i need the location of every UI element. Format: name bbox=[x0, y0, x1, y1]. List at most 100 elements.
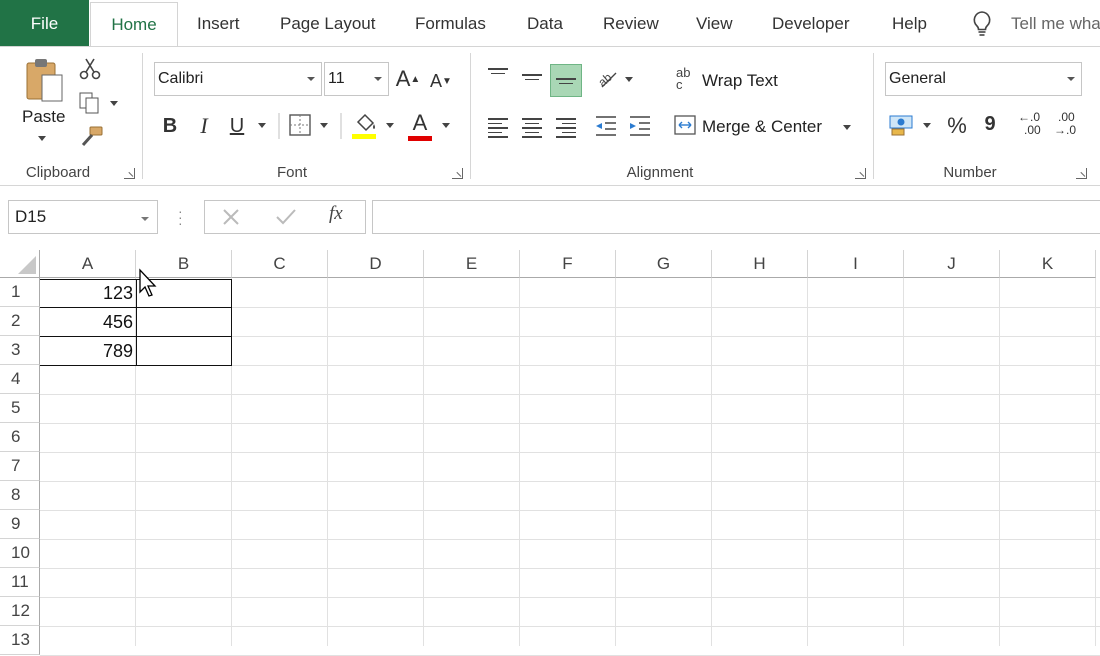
shrink-font-button[interactable]: A ▼ bbox=[428, 66, 454, 96]
tell-me-search[interactable]: Tell me wha bbox=[1011, 0, 1100, 47]
row-header-1[interactable]: 1 bbox=[0, 278, 40, 307]
row-header-5[interactable]: 5 bbox=[0, 394, 40, 423]
column-header-C[interactable]: C bbox=[232, 250, 328, 278]
row-header-11[interactable]: 11 bbox=[0, 568, 40, 597]
font-color-dropdown-chevron-icon[interactable] bbox=[442, 123, 450, 128]
row-header-2[interactable]: 2 bbox=[0, 307, 40, 336]
enter-check-icon[interactable] bbox=[275, 207, 297, 227]
cell-A1[interactable]: 123 bbox=[40, 279, 133, 308]
grow-font-button[interactable]: A ▲ bbox=[395, 64, 421, 94]
cancel-x-icon[interactable] bbox=[221, 207, 241, 227]
copy-dropdown-chevron-icon[interactable] bbox=[110, 101, 118, 106]
formula-input[interactable] bbox=[372, 200, 1100, 234]
worksheet-grid[interactable]: ABCDEFGHIJK 1 2 3 4 5 6 7 8 9 10 11 12 13 123 456 78… bbox=[0, 250, 1100, 656]
tab-developer[interactable]: Developer bbox=[772, 0, 850, 47]
middle-align-icon[interactable] bbox=[522, 71, 542, 83]
align-left-icon[interactable] bbox=[488, 115, 508, 141]
wrap-text-button[interactable]: Wrap Text bbox=[702, 71, 778, 91]
italic-button[interactable]: I bbox=[192, 111, 216, 141]
wrap-text-icon[interactable]: ab c bbox=[676, 66, 696, 93]
underline-button[interactable]: U bbox=[225, 111, 249, 141]
increase-indent-icon[interactable] bbox=[628, 115, 652, 137]
name-box-value: D15 bbox=[15, 207, 47, 226]
grid-vline bbox=[807, 278, 808, 646]
row-header-7[interactable]: 7 bbox=[0, 452, 40, 481]
decrease-indent-icon[interactable] bbox=[594, 115, 618, 137]
bottom-align-button-selected[interactable] bbox=[550, 64, 582, 97]
row-header-9[interactable]: 9 bbox=[0, 510, 40, 539]
clipboard-launcher-icon[interactable] bbox=[124, 168, 135, 179]
number-format-combo[interactable]: General bbox=[885, 62, 1082, 96]
align-right-icon[interactable] bbox=[556, 115, 576, 141]
row-header-10[interactable]: 10 bbox=[0, 539, 40, 568]
tab-formulas[interactable]: Formulas bbox=[415, 0, 486, 47]
bold-button[interactable]: B bbox=[158, 111, 182, 141]
merge-center-icon[interactable] bbox=[674, 115, 696, 135]
font-launcher-icon[interactable] bbox=[452, 168, 463, 179]
font-size-combo[interactable]: 11 bbox=[324, 62, 389, 96]
column-header-D[interactable]: D bbox=[328, 250, 424, 278]
tab-page-layout[interactable]: Page Layout bbox=[280, 0, 375, 47]
paste-icon[interactable] bbox=[24, 57, 66, 105]
select-all-corner[interactable] bbox=[0, 250, 40, 278]
alignment-launcher-icon[interactable] bbox=[855, 168, 866, 179]
accounting-format-icon[interactable] bbox=[888, 113, 916, 137]
font-color-swatch bbox=[408, 136, 432, 141]
format-painter-icon[interactable] bbox=[78, 125, 104, 149]
row-header-3[interactable]: 3 bbox=[0, 336, 40, 365]
font-color-button[interactable]: A bbox=[407, 111, 433, 141]
column-header-F[interactable]: F bbox=[520, 250, 616, 278]
percent-style-button[interactable]: % bbox=[943, 111, 971, 141]
tab-review[interactable]: Review bbox=[603, 0, 659, 47]
fill-color-dropdown-chevron-icon[interactable] bbox=[386, 123, 394, 128]
increase-decimal-button[interactable]: ←.0 .00 bbox=[1018, 111, 1046, 139]
number-launcher-icon[interactable] bbox=[1076, 168, 1087, 179]
row-header-8[interactable]: 8 bbox=[0, 481, 40, 510]
accounting-dropdown-chevron-icon[interactable] bbox=[923, 123, 931, 128]
copy-icon[interactable] bbox=[78, 91, 102, 115]
grow-font-icon: A bbox=[395, 66, 411, 91]
cell-A3[interactable]: 789 bbox=[40, 337, 133, 366]
column-header-E[interactable]: E bbox=[424, 250, 520, 278]
column-header-I[interactable]: I bbox=[808, 250, 904, 278]
decrease-decimal-button[interactable]: .00 →.0 bbox=[1054, 111, 1082, 139]
tab-view[interactable]: View bbox=[696, 0, 733, 47]
fill-color-bucket-icon[interactable] bbox=[352, 110, 378, 140]
column-header-K[interactable]: K bbox=[1000, 250, 1096, 278]
top-align-icon[interactable] bbox=[488, 65, 508, 77]
ribbon-tab-bar: File Home Insert Page Layout Formulas Da… bbox=[0, 0, 1100, 47]
column-header-G[interactable]: G bbox=[616, 250, 712, 278]
name-box[interactable]: D15 bbox=[8, 200, 158, 234]
cut-scissors-icon[interactable] bbox=[78, 57, 102, 81]
insert-function-fx-icon[interactable]: fx bbox=[329, 203, 343, 225]
merge-center-button[interactable]: Merge & Center bbox=[702, 117, 822, 137]
comma-style-button[interactable]: 9 bbox=[980, 109, 1000, 139]
number-group-label: Number bbox=[943, 164, 997, 181]
paste-dropdown-chevron-icon[interactable] bbox=[38, 136, 46, 141]
grid-vline bbox=[327, 278, 328, 646]
lightbulb-icon[interactable] bbox=[970, 10, 994, 38]
tab-insert[interactable]: Insert bbox=[197, 0, 240, 47]
row-header-13[interactable]: 13 bbox=[0, 626, 40, 655]
column-header-A[interactable]: A bbox=[40, 250, 136, 278]
borders-dropdown-chevron-icon[interactable] bbox=[320, 123, 328, 128]
underline-dropdown-chevron-icon[interactable] bbox=[258, 123, 266, 128]
formula-bar-grip-icon[interactable]: · · · bbox=[178, 204, 183, 230]
orientation-dropdown-chevron-icon[interactable] bbox=[625, 77, 633, 82]
orientation-icon[interactable]: ab bbox=[595, 67, 620, 91]
paste-button[interactable]: Paste bbox=[22, 107, 65, 127]
column-header-H[interactable]: H bbox=[712, 250, 808, 278]
tab-file[interactable]: File bbox=[0, 0, 89, 47]
align-center-icon[interactable] bbox=[522, 115, 542, 141]
column-header-J[interactable]: J bbox=[904, 250, 1000, 278]
tab-home[interactable]: Home bbox=[90, 2, 178, 47]
cell-A2[interactable]: 456 bbox=[40, 308, 133, 337]
tab-help[interactable]: Help bbox=[892, 0, 927, 47]
borders-icon[interactable] bbox=[289, 114, 311, 136]
row-header-6[interactable]: 6 bbox=[0, 423, 40, 452]
font-name-combo[interactable]: Calibri bbox=[154, 62, 322, 96]
row-header-12[interactable]: 12 bbox=[0, 597, 40, 626]
row-header-4[interactable]: 4 bbox=[0, 365, 40, 394]
tab-data[interactable]: Data bbox=[527, 0, 563, 47]
merge-center-dropdown-chevron-icon[interactable] bbox=[843, 125, 851, 130]
